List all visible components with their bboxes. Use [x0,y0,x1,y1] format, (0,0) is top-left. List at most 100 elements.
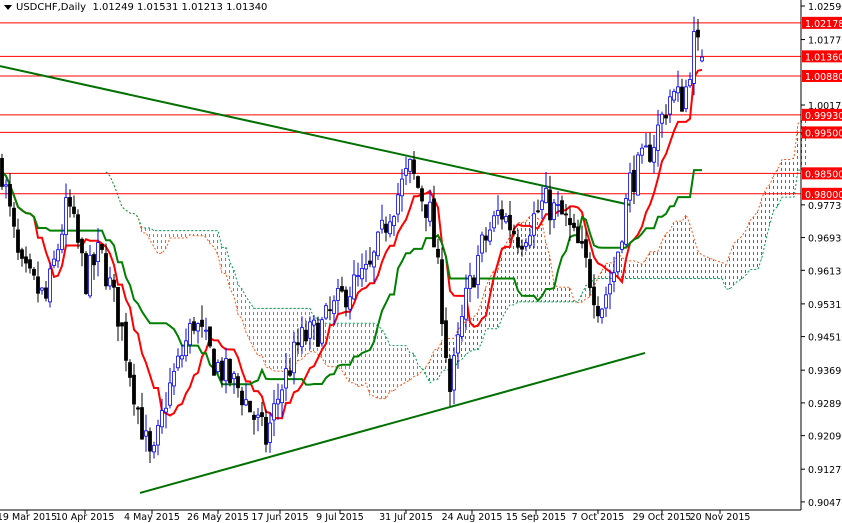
cloud-segment-bullish [722,262,726,290]
candle-body [208,326,212,347]
cloud-segment-bullish [778,159,782,207]
price-tick-label: 0.91270 [808,465,842,476]
candle-body [420,188,424,202]
cloud-segment-bullish [422,366,426,376]
candle-body [124,321,128,361]
cloud-segment-bullish [702,255,706,279]
dropdown-triangle-icon[interactable] [4,4,12,10]
candle-body [224,358,228,382]
cloud-segment-bearish [394,345,398,391]
price-tick-label: 0.92090 [808,432,842,443]
candle-body [292,341,296,374]
cloud-segment-bullish [434,349,438,380]
cloud-segment-bearish [338,323,342,371]
chart-title: USDCHF,Daily 1.01249 1.01531 1.01213 1.0… [4,2,268,13]
candle-body [140,407,144,440]
candle-body [360,267,364,280]
price-tick-label: 0.94510 [808,333,842,344]
candle-body [640,147,644,156]
cloud-segment-bearish [578,293,582,303]
candle-body [232,373,236,380]
price-tick-label: 0.95310 [808,300,842,311]
candle-body [460,316,464,337]
candle-body [384,223,388,233]
candle-body [484,235,488,241]
candle-body [32,269,36,276]
candle-body [436,248,440,258]
candle-body [636,154,640,196]
level-label: 1.02178 [805,19,842,30]
candle-body [356,275,360,277]
cloud-segment-bearish [150,228,154,247]
candle-body [336,288,340,301]
cloud-segment-bearish [386,336,390,399]
date-tick-label: 31 Jul 2015 [379,512,433,523]
candle-body [512,230,516,235]
cloud-segment-bullish [546,243,550,302]
cloud-segment-bullish [774,168,778,210]
cloud-segment-bullish [474,312,478,350]
cloud-segment-bearish [154,230,158,254]
date-tick-label: 7 Oct 2015 [572,512,625,523]
cloud-segment-bearish [266,308,270,369]
price-tick-label: 1.01770 [808,36,842,47]
cloud-segment-bearish [262,308,266,368]
date-tick-label: 10 Apr 2015 [56,512,115,523]
candle-body [148,431,152,452]
candle-body [104,253,108,287]
level-label: 1.01360 [805,52,842,63]
candle-body [348,296,352,310]
cloud-segment-bearish [210,230,214,248]
cloud-segment-bullish [438,339,442,380]
candle-body [464,287,468,320]
candle-body [676,86,680,94]
cloud-segment-bullish [750,216,754,270]
cloud-segment-bearish [214,230,218,256]
candle-body [684,86,688,110]
candle-body [268,422,272,443]
cloud-segment-bullish [738,236,742,281]
ohlc-values: 1.01249 1.01531 1.01213 1.01340 [92,2,268,13]
candle-body [76,214,80,243]
candle-body [600,308,604,318]
cloud-segment-bullish [742,230,746,279]
price-chart[interactable]: 1.025901.017701.001700.977300.969300.961… [0,0,842,523]
cloud-segment-bullish [682,214,686,279]
cloud-segment-bearish [198,230,202,236]
price-tick-label: 1.02590 [808,2,842,13]
cloud-segment-bullish [558,287,562,302]
cloud-segment-bullish [706,256,710,279]
cloud-segment-bullish [514,222,518,305]
price-tick-label: 0.90470 [808,498,842,509]
candle-body [456,334,460,354]
candle-body [624,198,628,245]
cloud-segment-bearish [178,230,182,239]
cloud-segment-bearish [382,329,386,399]
candle-body [128,362,132,378]
candle-body [664,115,668,119]
candle-body [584,239,588,258]
cloud-segment-bearish [194,230,198,236]
candle-body [284,368,288,389]
candle-body [340,286,344,292]
candle-body [260,412,264,418]
cloud-segment-bullish [734,239,738,285]
cloud-segment-bullish [466,319,470,355]
level-label: 0.99500 [805,128,842,139]
cloud-segment-bearish [202,230,206,238]
candle-body [200,319,204,327]
price-tick-label: 0.96930 [808,234,842,245]
candle-body [168,382,172,406]
candle-body [288,370,292,376]
candle-body [660,113,664,124]
candle-body [136,407,140,410]
candle-body [272,403,276,421]
cloud-segment-bullish [754,210,758,270]
cloud-segment-bullish [430,349,434,383]
cloud-segment-bullish [710,258,714,279]
cloud-segment-bearish [270,308,274,371]
candle-body [344,289,348,308]
candle-body [428,201,432,222]
candle-body [588,259,592,288]
candle-body [488,229,492,242]
